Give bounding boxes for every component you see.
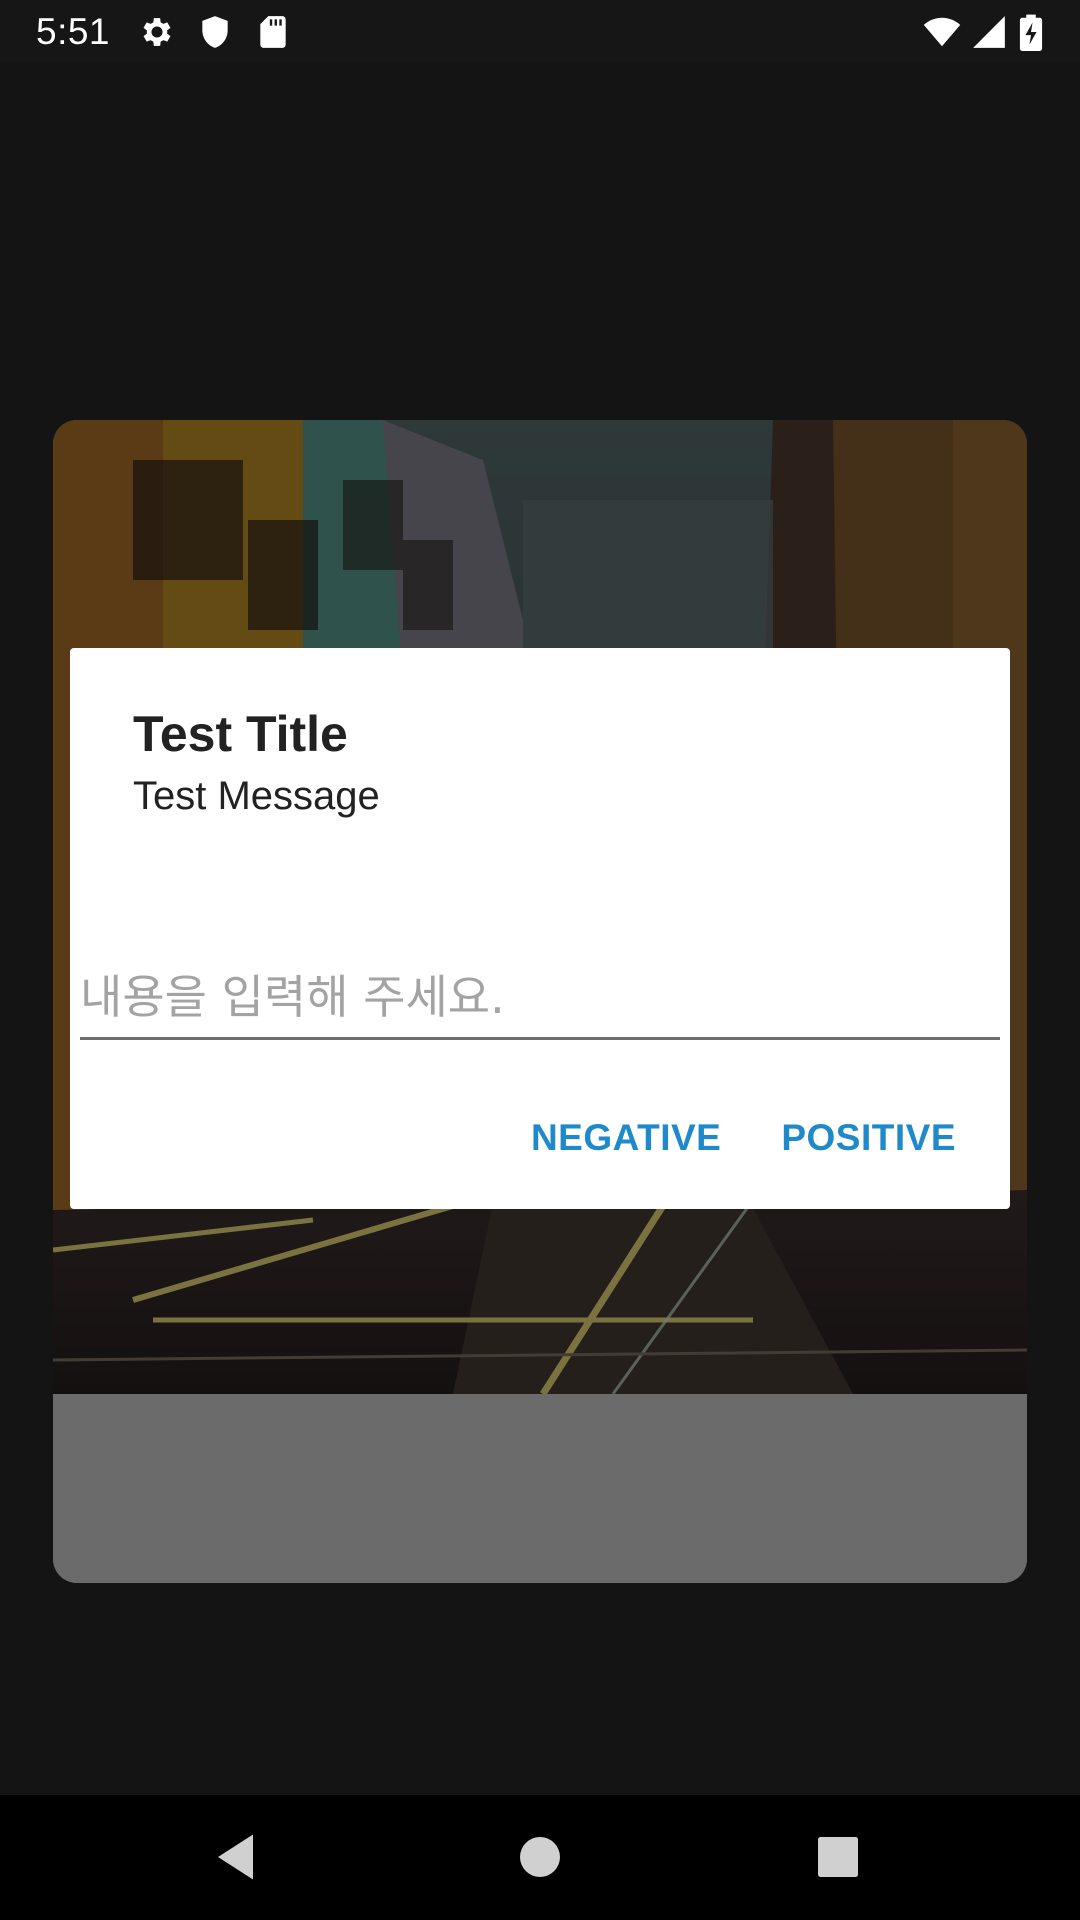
input-dialog: Test Title Test Message NEGATIVE POSITIV…	[70, 648, 1010, 1209]
card-footer	[53, 1394, 1027, 1583]
back-icon[interactable]	[208, 1827, 268, 1887]
status-bar: 5:51	[0, 0, 1080, 63]
shield-icon	[196, 13, 234, 51]
dialog-text-input[interactable]	[80, 966, 1000, 1040]
dialog-title: Test Title	[133, 706, 348, 762]
sd-card-icon	[254, 13, 292, 51]
signal-icon	[970, 13, 1008, 51]
gear-icon	[138, 13, 176, 51]
negative-button[interactable]: NEGATIVE	[517, 1108, 735, 1168]
home-icon[interactable]	[510, 1827, 570, 1887]
status-time: 5:51	[36, 11, 111, 52]
recents-icon[interactable]	[808, 1827, 868, 1887]
positive-button[interactable]: POSITIVE	[767, 1108, 970, 1168]
wifi-icon	[920, 13, 964, 51]
dialog-message: Test Message	[133, 774, 380, 818]
dialog-actions: NEGATIVE POSITIVE	[517, 1108, 970, 1168]
battery-charging-icon	[1016, 13, 1046, 51]
navigation-bar	[0, 1795, 1080, 1920]
